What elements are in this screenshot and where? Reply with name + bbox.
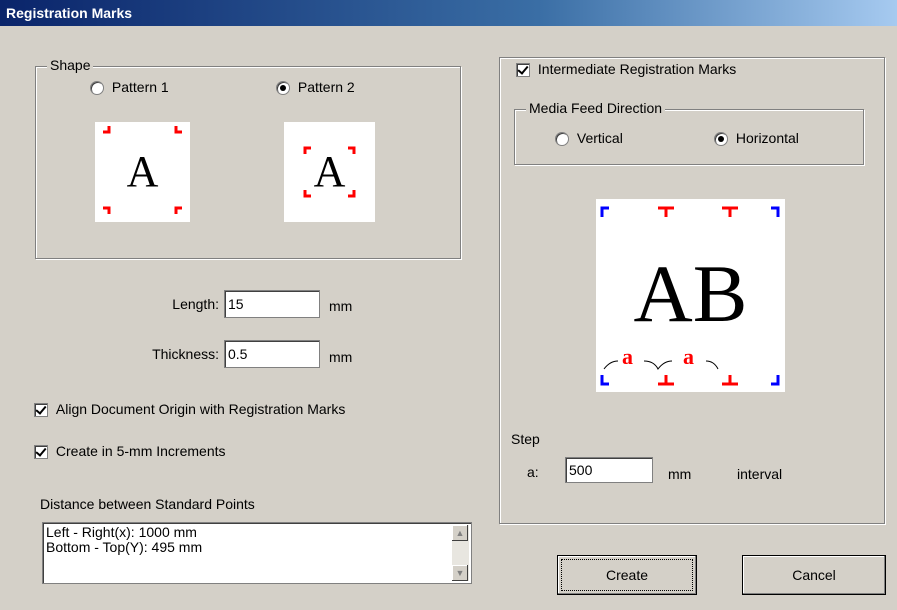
length-input[interactable] [224, 290, 320, 318]
increments-checkbox[interactable]: Create in 5-mm Increments [34, 443, 226, 460]
pattern2-radio-button[interactable] [276, 81, 290, 96]
pattern1-label: Pattern 1 [111, 79, 169, 95]
intermediate-check[interactable] [516, 63, 530, 78]
thickness-label: Thickness: [152, 346, 219, 362]
increments-check[interactable] [34, 445, 48, 460]
step-input[interactable] [565, 457, 653, 483]
distance-scrollbar[interactable]: ▲ ▼ [452, 525, 469, 581]
scroll-down-icon[interactable]: ▼ [452, 565, 468, 581]
thickness-input[interactable] [224, 340, 320, 368]
horizontal-label: Horizontal [735, 130, 799, 146]
intermediate-checkbox[interactable]: Intermediate Registration Marks [513, 61, 741, 78]
pattern2-radio[interactable]: Pattern 2 [276, 79, 355, 96]
shape-legend: Shape [47, 57, 94, 73]
length-label: Length: [172, 296, 219, 312]
pattern1-letter: A [126, 147, 159, 196]
vertical-radio-button[interactable] [555, 132, 569, 147]
vertical-radio[interactable]: Vertical [555, 130, 623, 147]
media-feed-legend: Media Feed Direction [526, 100, 666, 116]
title-bar: Registration Marks [0, 0, 897, 26]
increments-label: Create in 5-mm Increments [55, 443, 226, 459]
horizontal-radio-button[interactable] [714, 132, 728, 147]
length-unit: mm [329, 298, 353, 314]
distance-textarea[interactable]: Left - Right(x): 1000 mm Bottom - Top(Y)… [42, 522, 472, 584]
pattern2-preview: A [284, 122, 375, 222]
align-origin-checkbox[interactable]: Align Document Origin with Registration … [34, 401, 346, 418]
pattern2-letter: A [313, 147, 346, 196]
align-origin-check[interactable] [34, 403, 48, 418]
preview-marker-a1: a [622, 344, 633, 369]
pattern2-label: Pattern 2 [297, 79, 355, 95]
step-param-label: a: [527, 464, 539, 480]
distance-line-x: Left - Right(x): 1000 mm [46, 524, 197, 540]
cancel-button[interactable]: Cancel [742, 555, 886, 595]
window-title: Registration Marks [6, 5, 133, 21]
step-unit: mm [668, 466, 692, 482]
pattern1-radio[interactable]: Pattern 1 [90, 79, 169, 96]
pattern1-preview: A [95, 122, 190, 222]
pattern1-radio-button[interactable] [90, 81, 104, 96]
thickness-unit: mm [329, 349, 353, 365]
distance-label: Distance between Standard Points [40, 496, 255, 512]
vertical-label: Vertical [576, 130, 623, 146]
intermediate-preview: AB a a [596, 199, 785, 392]
create-button[interactable]: Create [557, 555, 697, 595]
scroll-up-icon[interactable]: ▲ [452, 525, 468, 541]
distance-line-y: Bottom - Top(Y): 495 mm [46, 539, 203, 555]
preview-text-ab: AB [633, 248, 748, 339]
step-label: Step [511, 431, 540, 447]
intermediate-label: Intermediate Registration Marks [537, 61, 737, 77]
horizontal-radio[interactable]: Horizontal [714, 130, 799, 147]
step-suffix: interval [737, 466, 783, 482]
preview-marker-a2: a [683, 344, 694, 369]
align-origin-label: Align Document Origin with Registration … [55, 401, 346, 417]
